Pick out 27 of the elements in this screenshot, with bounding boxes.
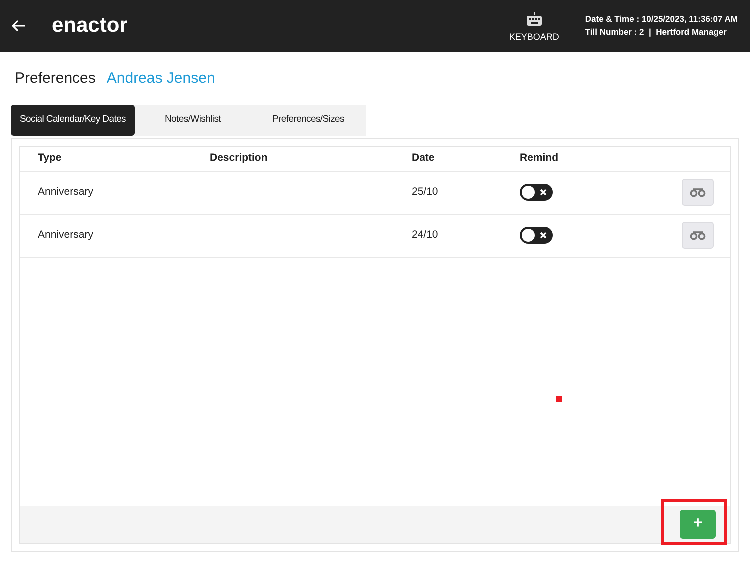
table-cell-text: Anniversary xyxy=(37,228,94,243)
cross-icon xyxy=(540,232,547,239)
tab[interactable]: Notes/Wishlist xyxy=(135,104,251,136)
cross-icon xyxy=(540,189,547,196)
column-header: Type xyxy=(37,150,63,166)
column-header: Description xyxy=(210,150,269,166)
tab[interactable]: Preferences/Sizes xyxy=(251,104,366,136)
remind-toggle[interactable] xyxy=(520,184,553,201)
view-button[interactable] xyxy=(682,222,714,249)
date-time-text: Date & Time : 10/25/2023, 11:36:07 AM xyxy=(585,13,738,26)
till-info-text: Till Number : 2 | Hertford Manager xyxy=(585,26,728,39)
back-arrow-icon[interactable] xyxy=(12,20,26,32)
binoculars-icon xyxy=(690,188,706,197)
remind-toggle[interactable] xyxy=(520,227,553,244)
table-cell-text: Anniversary xyxy=(37,184,94,200)
keyboard-button[interactable]: KEYBOARD xyxy=(509,12,560,44)
table-cell-text: 24/10 xyxy=(412,228,440,243)
keyboard-icon xyxy=(526,12,542,26)
column-header: Date xyxy=(412,150,436,166)
column-header: Remind xyxy=(520,150,559,166)
tab[interactable]: Social Calendar/Key Dates xyxy=(11,104,135,136)
logo: enactor xyxy=(52,13,128,40)
page-title: Preferences xyxy=(15,69,96,89)
binoculars-icon xyxy=(690,231,706,240)
view-button[interactable] xyxy=(682,179,714,206)
customer-name: Andreas Jensen xyxy=(106,69,216,89)
table-cell-text: 25/10 xyxy=(412,184,440,200)
